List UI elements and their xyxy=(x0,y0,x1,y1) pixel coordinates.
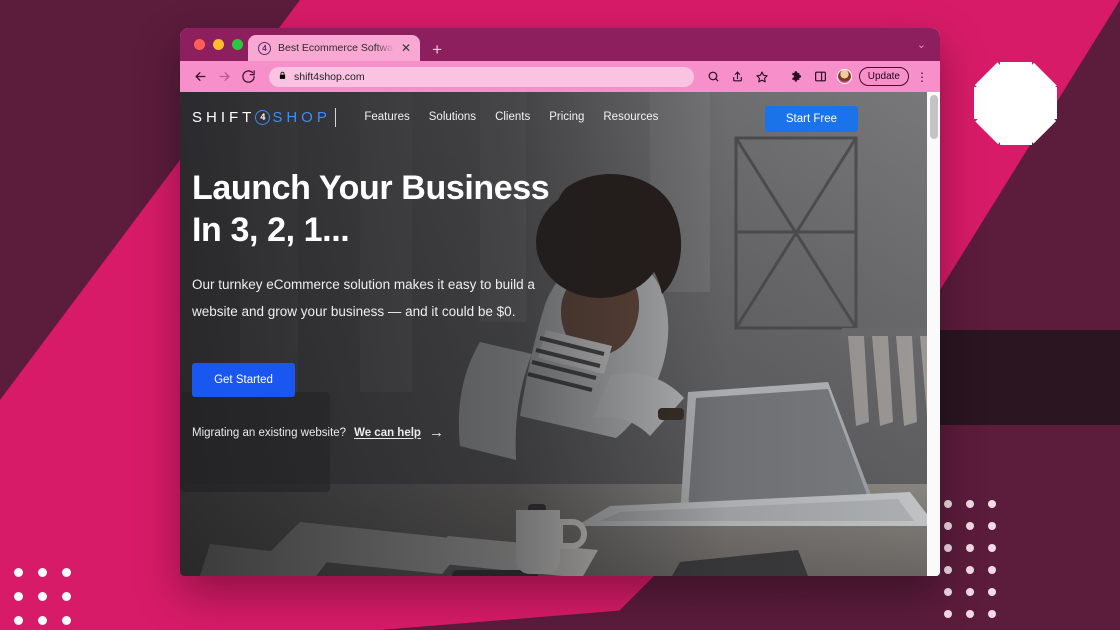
extensions-puzzle-icon[interactable] xyxy=(787,67,807,87)
migration-note: Migrating an existing website? We can he… xyxy=(192,425,612,440)
browser-window: 4 Best Ecommerce Software of 2 ✕ + ⌄ shi… xyxy=(180,28,940,576)
chevron-down-icon[interactable]: ⌄ xyxy=(917,40,926,51)
page-viewport: SHIFT 4 SHOP Features Solutions Clients … xyxy=(180,92,940,576)
address-bar[interactable]: shift4shop.com xyxy=(269,66,694,87)
logo-word-shop: SHOP xyxy=(272,108,331,126)
asterisk-icon xyxy=(974,62,1057,145)
nav-item-resources[interactable]: Resources xyxy=(603,111,658,123)
page-title: Launch Your Business In 3, 2, 1... xyxy=(192,167,612,251)
minimize-window-button[interactable] xyxy=(213,39,224,50)
hero-heading-line-1: Launch Your Business xyxy=(192,169,550,207)
browser-menu-icon[interactable]: ⋮ xyxy=(913,71,931,83)
share-icon[interactable] xyxy=(728,67,748,87)
profile-avatar[interactable] xyxy=(835,67,855,87)
avatar xyxy=(837,69,853,84)
logo-four-mark-icon: 4 xyxy=(255,109,271,125)
close-window-button[interactable] xyxy=(194,39,205,50)
get-started-button[interactable]: Get Started xyxy=(192,363,295,398)
hero-paragraph: Our turnkey eCommerce solution makes it … xyxy=(192,277,535,320)
browser-titlebar: 4 Best Ecommerce Software of 2 ✕ + ⌄ xyxy=(180,28,940,61)
tab-strip: 4 Best Ecommerce Software of 2 ✕ + xyxy=(248,35,452,61)
site-logo[interactable]: SHIFT 4 SHOP xyxy=(192,107,337,127)
window-traffic-lights[interactable] xyxy=(194,39,243,50)
toolbar-icon-group: Update ⋮ xyxy=(704,67,931,87)
update-button[interactable]: Update xyxy=(858,67,909,86)
browser-toolbar: shift4shop.com Update ⋮ xyxy=(180,61,940,92)
scrollbar-thumb[interactable] xyxy=(929,95,938,139)
back-button[interactable] xyxy=(189,66,211,88)
we-can-help-link[interactable]: We can help xyxy=(354,427,421,439)
forward-button[interactable] xyxy=(213,66,235,88)
browser-tab-active[interactable]: 4 Best Ecommerce Software of 2 ✕ xyxy=(248,35,421,61)
hero-content: Launch Your Business In 3, 2, 1... Our t… xyxy=(192,167,612,440)
arrow-right-icon: → xyxy=(428,424,444,442)
site-navigation: SHIFT 4 SHOP Features Solutions Clients … xyxy=(180,92,940,142)
side-panel-icon[interactable] xyxy=(811,67,831,87)
nav-links: Features Solutions Clients Pricing Resou… xyxy=(364,111,658,123)
search-icon[interactable] xyxy=(704,67,724,87)
nav-item-clients[interactable]: Clients xyxy=(495,111,530,123)
lock-icon xyxy=(278,68,287,86)
hero-heading-line-2: In 3, 2, 1... xyxy=(192,211,350,250)
new-tab-button[interactable]: + xyxy=(420,41,452,61)
migration-note-text: Migrating an existing website? xyxy=(192,426,347,439)
nav-item-solutions[interactable]: Solutions xyxy=(429,111,476,123)
dot-grid-right xyxy=(944,500,1010,630)
tab-title: Best Ecommerce Software of 2 xyxy=(278,42,394,54)
nav-item-features[interactable]: Features xyxy=(364,111,409,123)
close-tab-icon[interactable]: ✕ xyxy=(401,42,411,54)
start-free-button[interactable]: Start Free xyxy=(764,106,858,132)
maximize-window-button[interactable] xyxy=(232,39,243,50)
logo-word-shift: SHIFT xyxy=(192,108,256,126)
logo-divider xyxy=(334,107,337,127)
page-scrollbar[interactable] xyxy=(927,92,940,576)
tab-favicon-icon: 4 xyxy=(258,41,271,55)
address-bar-url: shift4shop.com xyxy=(294,70,365,83)
bookmark-star-icon[interactable] xyxy=(752,67,772,87)
nav-item-pricing[interactable]: Pricing xyxy=(549,111,584,123)
reload-button[interactable] xyxy=(237,66,259,88)
dot-grid-bottom-left xyxy=(14,568,86,630)
